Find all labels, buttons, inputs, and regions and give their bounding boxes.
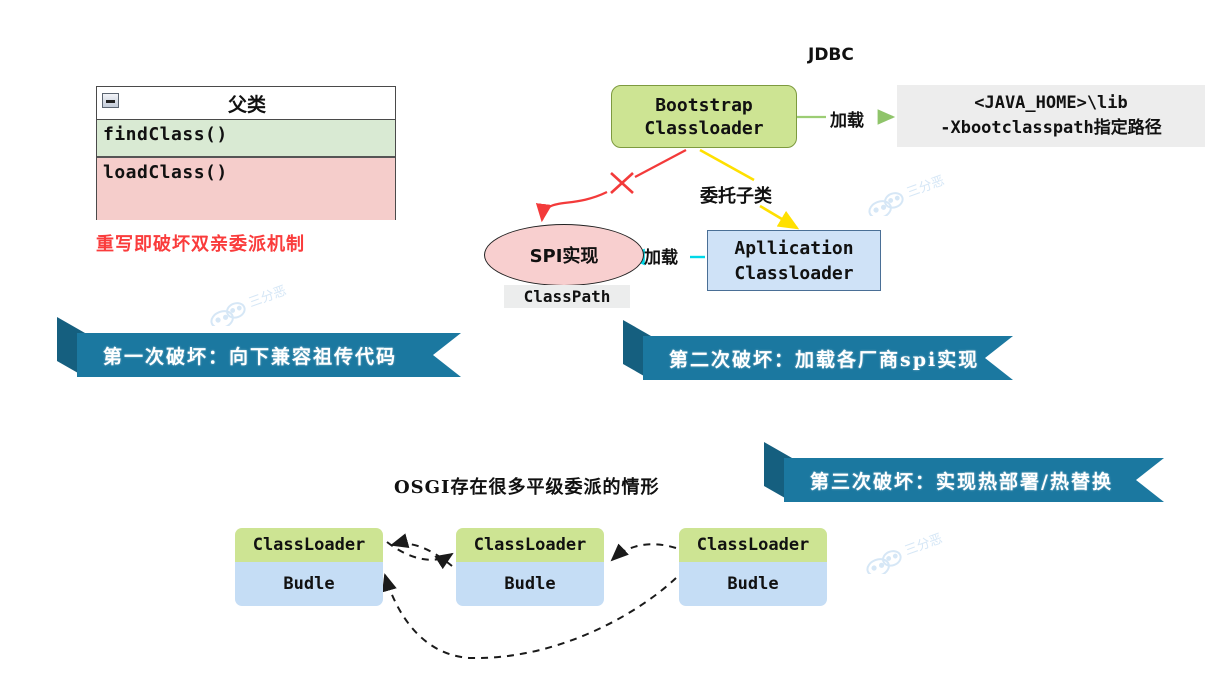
parent-class-box: 父类 findClass() loadClass()	[96, 86, 396, 220]
edge-label-load-spi: 加载	[644, 248, 678, 268]
osgi-bundle-2: ClassLoader Budle	[456, 528, 604, 606]
osgi-note: OSGI存在很多平级委派的情形	[394, 477, 660, 498]
bundle-label: Budle	[456, 562, 604, 606]
bundle-classloader-label: ClassLoader	[679, 528, 827, 562]
bundle-label: Budle	[235, 562, 383, 606]
bundle-classloader-label: ClassLoader	[235, 528, 383, 562]
ribbon-text: 第二次破坏：加载各厂商spi实现	[669, 348, 980, 371]
application-classloader-node: Apllication Classloader	[707, 230, 881, 291]
ribbon-banner-1: 第一次破坏：向下兼容祖传代码	[57, 317, 461, 377]
bundle-label: Budle	[679, 562, 827, 606]
bundle-classloader-label: ClassLoader	[456, 528, 604, 562]
class-method-row: findClass()	[97, 120, 395, 158]
application-line-2: Classloader	[734, 262, 854, 284]
watermark-1: 三分恶	[210, 283, 289, 326]
bootstrap-classloader-node: Bootstrap Classloader	[611, 85, 797, 148]
bootstrap-line-1: Bootstrap	[655, 94, 753, 116]
watermark-text: 三分恶	[905, 173, 947, 200]
edge-label-delegate-child: 委托子类	[700, 186, 772, 207]
watermark-text: 三分恶	[903, 531, 945, 558]
lib-path-line-2: -Xbootclasspath指定路径	[940, 118, 1162, 138]
osgi-bundle-1: ClassLoader Budle	[235, 528, 383, 606]
diagram-canvas: 父类 findClass() loadClass() 重写即破坏双亲委派机制 J…	[0, 0, 1223, 690]
watermark-text: 三分恶	[247, 283, 289, 310]
override-warning-note: 重写即破坏双亲委派机制	[96, 234, 305, 255]
class-box-title: 父类	[227, 94, 266, 116]
x-cross-icon	[610, 172, 634, 194]
spi-implementation-node: SPI实现	[484, 224, 644, 286]
spi-label: SPI实现	[529, 246, 599, 267]
classpath-label: ClassPath	[504, 285, 630, 308]
application-line-1: Apllication	[734, 237, 854, 259]
ribbon-text: 第三次破坏：实现热部署/热替换	[810, 470, 1113, 493]
class-method-row: loadClass()	[97, 158, 395, 220]
edge-bootstrap-to-spi-blocked	[535, 148, 687, 223]
watermark-3: 三分恶	[866, 531, 945, 574]
osgi-bundle-3: ClassLoader Budle	[679, 528, 827, 606]
ribbon-text: 第一次破坏：向下兼容祖传代码	[103, 345, 398, 368]
watermark-2: 三分恶	[868, 173, 947, 216]
edge-label-load-lib: 加载	[830, 111, 864, 131]
jdbc-label: JDBC	[808, 45, 854, 65]
class-box-header: 父类	[97, 87, 395, 120]
java-home-lib-box: <JAVA_HOME>\lib -Xbootclasspath指定路径	[897, 85, 1205, 147]
lib-path-line-1: <JAVA_HOME>\lib	[974, 93, 1128, 113]
bootstrap-line-2: Classloader	[644, 117, 764, 139]
ribbon-banner-3: 第三次破坏：实现热部署/热替换	[764, 442, 1164, 502]
ribbon-banner-2: 第二次破坏：加载各厂商spi实现	[623, 320, 1013, 380]
